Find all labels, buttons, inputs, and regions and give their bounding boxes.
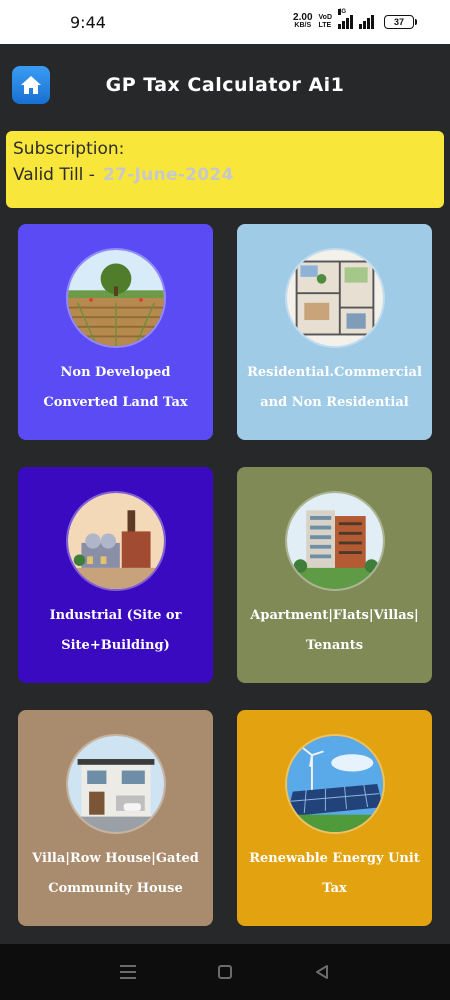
card-label-line1: Villa|Row House|Gated bbox=[32, 851, 199, 866]
system-nav-bar bbox=[0, 944, 450, 1000]
card-label-line1: Industrial (Site or bbox=[49, 608, 182, 623]
card-villa-row-house[interactable]: Villa|Row House|Gated Community House bbox=[18, 710, 213, 926]
network-type: 4G bbox=[338, 9, 347, 15]
card-industrial[interactable]: Industrial (Site or Site+Building) bbox=[18, 467, 213, 683]
network-speed-value: 2.00 bbox=[293, 12, 313, 23]
card-label-line2: Converted Land Tax bbox=[43, 395, 188, 410]
menu-icon[interactable] bbox=[116, 960, 140, 984]
network-speed: 2.00 KB/S bbox=[293, 12, 313, 30]
status-time: 9:44 bbox=[70, 12, 106, 32]
villa-image bbox=[65, 734, 166, 834]
card-label-line2: Tenants bbox=[305, 638, 364, 653]
card-label: Residential.Commercial and Non Residenti… bbox=[245, 358, 425, 418]
back-icon[interactable] bbox=[310, 960, 334, 984]
card-label-line1: Non Developed bbox=[60, 365, 171, 380]
volte-indicator: VoD LTE bbox=[319, 14, 332, 30]
subscription-title: Subscription: bbox=[13, 139, 125, 159]
land-image bbox=[65, 248, 166, 348]
card-label-line2: Tax bbox=[322, 881, 347, 896]
valid-till-date: 27-June-2024 bbox=[102, 165, 234, 185]
volte-top: VoD bbox=[318, 14, 332, 21]
solar-image bbox=[284, 734, 385, 834]
card-label-line2: Community House bbox=[48, 881, 183, 896]
subscription-validity: Valid Till - 27-June-2024 bbox=[13, 165, 437, 185]
card-label: Non Developed Converted Land Tax bbox=[26, 358, 206, 418]
battery-level: 37 bbox=[393, 17, 404, 27]
card-label: Industrial (Site or Site+Building) bbox=[26, 601, 206, 661]
network-speed-unit: KB/S bbox=[294, 22, 312, 29]
valid-till-label: Valid Till - bbox=[13, 165, 95, 185]
card-label: Renewable Energy Unit Tax bbox=[245, 844, 425, 904]
card-non-developed-land[interactable]: Non Developed Converted Land Tax bbox=[18, 224, 213, 440]
card-renewable-energy[interactable]: Renewable Energy Unit Tax bbox=[237, 710, 432, 926]
volte-bottom: LTE bbox=[318, 22, 332, 29]
battery-icon: 37 bbox=[384, 15, 417, 29]
factory-image bbox=[65, 491, 166, 591]
card-label-line1: Apartment|Flats|Villas| bbox=[250, 608, 419, 623]
card-label-line1: Renewable Energy Unit bbox=[249, 851, 420, 866]
card-label: Villa|Row House|Gated Community House bbox=[26, 844, 206, 904]
signal-icon: 4G bbox=[338, 9, 353, 29]
card-apartment[interactable]: Apartment|Flats|Villas| Tenants bbox=[237, 467, 432, 683]
home-square-icon[interactable] bbox=[213, 960, 237, 984]
app-header: GP Tax Calculator Ai1 bbox=[0, 44, 450, 124]
card-residential-commercial[interactable]: Residential.Commercial and Non Residenti… bbox=[237, 224, 432, 440]
app-title: GP Tax Calculator Ai1 bbox=[105, 74, 345, 96]
signal-icon-2 bbox=[359, 15, 374, 29]
status-bar: 9:44 2.00 KB/S VoD LTE 4G 37 bbox=[0, 0, 450, 44]
card-label-line2: Site+Building) bbox=[61, 638, 170, 653]
subscription-banner: Subscription: Valid Till - 27-June-2024 bbox=[6, 131, 444, 208]
status-icons: 2.00 KB/S VoD LTE 4G 37 bbox=[293, 9, 417, 30]
apartment-image bbox=[284, 491, 385, 591]
card-label-line2: and Non Residential bbox=[260, 395, 409, 410]
card-label-line1: Residential.Commercial bbox=[247, 365, 422, 380]
floorplan-image bbox=[284, 248, 385, 348]
card-label: Apartment|Flats|Villas| Tenants bbox=[245, 601, 425, 661]
